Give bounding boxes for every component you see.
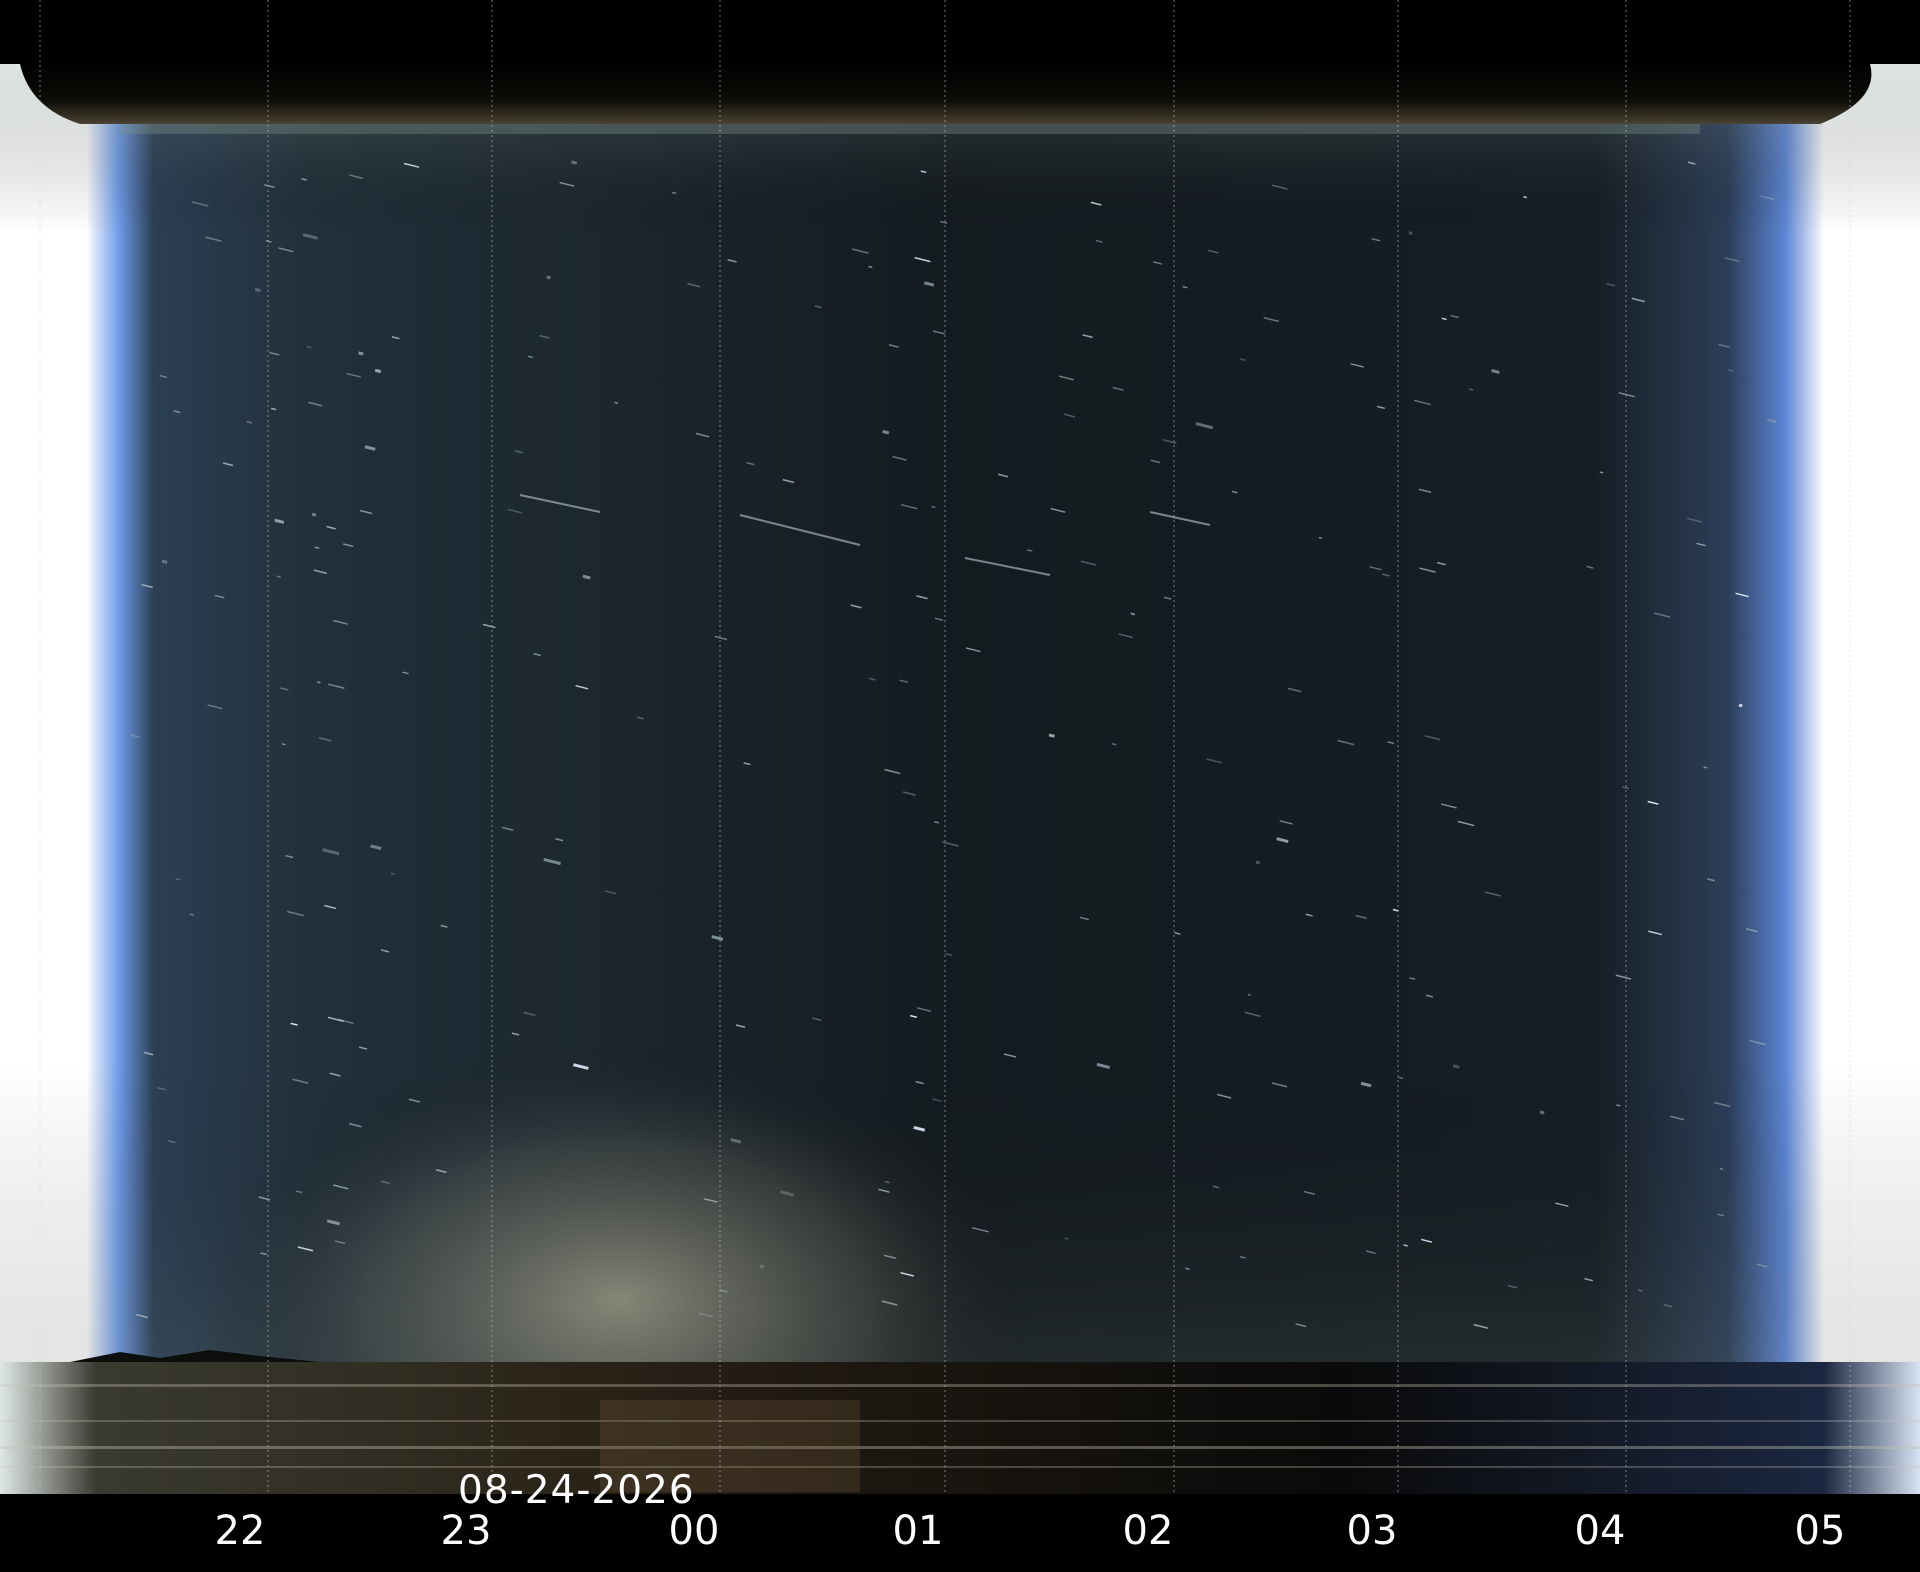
- star-streak: [1403, 1244, 1408, 1247]
- hour-tick-label: 00: [668, 1508, 720, 1554]
- star-streak: [1468, 388, 1474, 391]
- hour-tick-label: 22: [214, 1508, 266, 1554]
- star-streak: [614, 401, 618, 404]
- star-streak: [1738, 703, 1743, 708]
- date-label: 08-24-2026: [458, 1468, 695, 1513]
- star-streak: [1064, 1237, 1069, 1240]
- star-streak: [1408, 231, 1413, 235]
- star-streak: [1048, 733, 1055, 738]
- star-streak: [1130, 612, 1136, 616]
- star-streak: [317, 681, 321, 684]
- star-streak: [374, 368, 382, 374]
- star-streak: [759, 1264, 765, 1269]
- star-streak: [390, 872, 395, 875]
- keogram-plot: [0, 0, 1920, 1572]
- star-streak: [281, 743, 286, 746]
- star-streak: [868, 265, 873, 269]
- hour-tick-label: 03: [1346, 1508, 1398, 1554]
- hour-tick-label: 05: [1794, 1508, 1846, 1554]
- star-streak: [1185, 1267, 1190, 1270]
- star-streak: [671, 191, 677, 195]
- hour-tick-label: 04: [1574, 1508, 1626, 1554]
- star-streak: [931, 505, 936, 509]
- keogram-image: 08-24-2026 22 23 00 01 02 03 04 05: [0, 0, 1920, 1572]
- star-streak: [1703, 766, 1708, 769]
- star-streak: [1523, 196, 1528, 199]
- star-streak: [582, 574, 591, 580]
- star-streak: [1247, 993, 1252, 997]
- star-streak: [1638, 1289, 1643, 1292]
- star-streak: [882, 429, 890, 435]
- star-streak: [546, 275, 551, 280]
- star-streak: [571, 160, 578, 165]
- star-streak: [311, 512, 317, 517]
- hour-tick-label: 23: [440, 1508, 492, 1554]
- star-streak: [358, 351, 364, 356]
- hour-tick-label: 02: [1122, 1508, 1174, 1554]
- star-streak: [1452, 1064, 1460, 1069]
- star-streak: [1616, 1104, 1621, 1107]
- sky-area: [0, 62, 1920, 1560]
- star-streak: [1719, 1167, 1724, 1170]
- star-streak: [1539, 1110, 1545, 1115]
- star-streak: [276, 575, 281, 578]
- star-streak: [1599, 471, 1604, 474]
- star-streak: [1318, 536, 1323, 540]
- star-streak: [254, 287, 261, 293]
- ground-band: [0, 1350, 1920, 1494]
- star-streak: [1255, 860, 1261, 865]
- star-streak: [161, 559, 168, 564]
- hour-tick-label: 01: [892, 1508, 944, 1554]
- star-streak: [1491, 369, 1500, 374]
- top-band: [0, 0, 1920, 134]
- star-streak: [1766, 418, 1777, 424]
